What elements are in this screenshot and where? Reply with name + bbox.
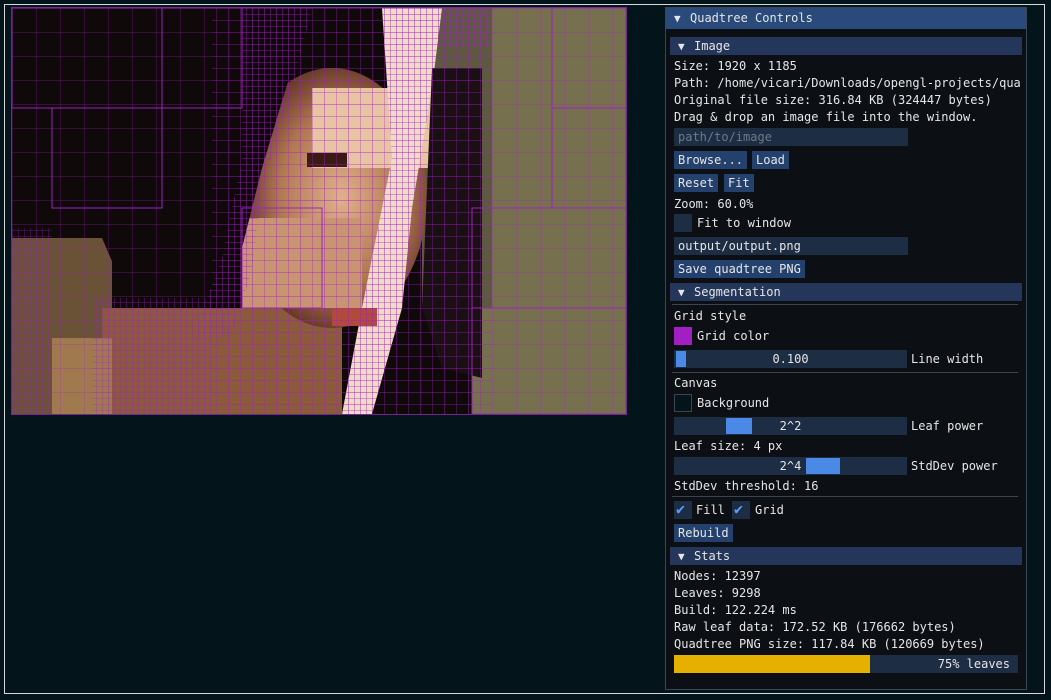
raw-leaf-data-text: Raw leaf data: 172.52 KB (176662 bytes): [674, 620, 956, 634]
image-path-text: Path: /home/vicari/Downloads/opengl-proj…: [674, 76, 1020, 90]
rebuild-button[interactable]: Rebuild: [674, 524, 733, 542]
image-path-placeholder: path/to/image: [678, 130, 772, 144]
fit-button[interactable]: Fit: [724, 174, 754, 192]
line-width-label: Line width: [911, 352, 984, 366]
fill-label: Fill: [696, 503, 725, 517]
fit-to-window-label: Fit to window: [697, 216, 791, 230]
stddev-power-slider[interactable]: 2^4: [674, 457, 907, 475]
segmentation-section-header[interactable]: ▼ Segmentation: [670, 283, 1022, 301]
leaves-progress-bar: 75% leaves: [674, 655, 1018, 673]
output-path-input[interactable]: output/output.png: [674, 237, 908, 255]
quadtree-png-size-text: Quadtree PNG size: 117.84 KB (120669 byt…: [674, 637, 985, 651]
panel-title: Quadtree Controls: [690, 11, 813, 25]
collapse-arrow-icon[interactable]: ▼: [674, 8, 690, 29]
save-quadtree-png-button[interactable]: Save quadtree PNG: [674, 260, 805, 278]
fit-to-window-checkbox[interactable]: [674, 214, 692, 232]
background-color-swatch[interactable]: [674, 394, 692, 412]
stats-section-title: Stats: [694, 549, 731, 563]
leaf-power-value: 2^2: [779, 419, 802, 433]
leaf-power-slider[interactable]: 2^2: [674, 417, 907, 435]
checkmark-icon: ✔: [676, 500, 686, 518]
nodes-text: Nodes: 12397: [674, 569, 761, 583]
image-size-text: Size: 1920 x 1185: [674, 59, 797, 73]
build-time-text: Build: 122.224 ms: [674, 603, 797, 617]
background-label: Background: [697, 396, 770, 410]
line-width-slider[interactable]: 0.100: [674, 350, 907, 368]
panel-title-bar[interactable]: ▼ Quadtree Controls: [666, 8, 1026, 29]
stddev-power-value: 2^4: [779, 459, 802, 473]
grid-color-swatch[interactable]: [674, 327, 692, 345]
zoom-text: Zoom: 60.0%: [674, 197, 754, 211]
stddev-power-label: StdDev power: [911, 459, 998, 473]
collapse-arrow-icon: ▼: [678, 550, 685, 563]
file-size-text: Original file size: 316.84 KB (324447 by…: [674, 93, 992, 107]
quadtree-image-canvas[interactable]: [11, 7, 627, 415]
quadtree-controls-panel: ▼ Quadtree Controls ▼ Image Size: 1920 x 1…: [665, 7, 1027, 690]
stats-section-header[interactable]: ▼ Stats: [670, 547, 1022, 565]
load-button[interactable]: Load: [752, 151, 789, 169]
checkmark-icon: ✔: [734, 500, 744, 518]
stddev-threshold-text: StdDev threshold: 16: [674, 479, 819, 493]
separator: [672, 372, 1018, 373]
collapse-arrow-icon: ▼: [678, 40, 685, 53]
segmentation-section-title: Segmentation: [694, 285, 781, 299]
image-section-header[interactable]: ▼ Image: [670, 37, 1022, 55]
collapse-arrow-icon: ▼: [678, 286, 685, 299]
separator: [672, 304, 1018, 305]
image-section-title: Image: [694, 39, 731, 53]
quadtree-image: [12, 8, 626, 414]
line-width-value: 0.100: [772, 352, 809, 366]
progress-label: 75% leaves: [937, 657, 1010, 671]
drag-drop-hint: Drag & drop an image file into the windo…: [674, 110, 978, 124]
output-path-value: output/output.png: [678, 239, 801, 253]
leaf-power-label: Leaf power: [911, 419, 984, 433]
leaves-text: Leaves: 9298: [674, 586, 761, 600]
grid-color-label: Grid color: [697, 329, 770, 343]
grid-label: Grid: [755, 503, 784, 517]
reset-button[interactable]: Reset: [674, 174, 719, 192]
grid-checkbox[interactable]: ✔: [732, 500, 750, 519]
canvas-label: Canvas: [674, 376, 718, 390]
grid-style-label: Grid style: [674, 309, 747, 323]
leaf-size-text: Leaf size: 4 px: [674, 439, 783, 453]
separator: [672, 496, 1018, 497]
browse-button[interactable]: Browse...: [674, 151, 748, 169]
image-path-input[interactable]: path/to/image: [674, 128, 908, 146]
fill-checkbox[interactable]: ✔: [674, 500, 692, 519]
